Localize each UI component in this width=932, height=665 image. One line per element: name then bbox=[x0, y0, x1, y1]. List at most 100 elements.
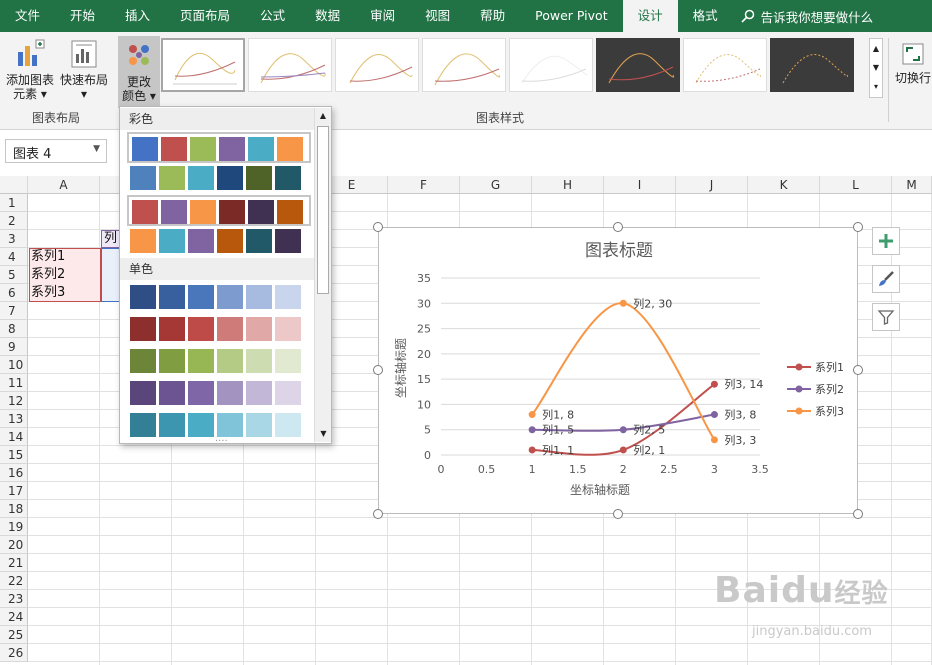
row-header-4[interactable]: 4 bbox=[0, 248, 28, 266]
chart-style-6[interactable] bbox=[596, 38, 680, 92]
column-header-M[interactable]: M bbox=[892, 176, 932, 194]
cell-a5[interactable]: 系列2 bbox=[31, 266, 65, 284]
row-header-22[interactable]: 22 bbox=[0, 572, 28, 590]
gallery-down-icon[interactable]: ▼ bbox=[870, 58, 882, 77]
row-header-20[interactable]: 20 bbox=[0, 536, 28, 554]
column-header-F[interactable]: F bbox=[388, 176, 460, 194]
chart-styles-button[interactable] bbox=[872, 265, 900, 293]
row-header-14[interactable]: 14 bbox=[0, 428, 28, 446]
menu-tab-6[interactable]: 审阅 bbox=[355, 0, 410, 32]
row-header-1[interactable]: 1 bbox=[0, 194, 28, 212]
row-header-25[interactable]: 25 bbox=[0, 626, 28, 644]
menu-tab-3[interactable]: 页面布局 bbox=[165, 0, 245, 32]
gallery-scroll[interactable]: ▲ ▼ ▾ bbox=[869, 38, 883, 98]
row-header-21[interactable]: 21 bbox=[0, 554, 28, 572]
row-header-3[interactable]: 3 bbox=[0, 230, 28, 248]
mono-palette-2[interactable] bbox=[127, 314, 311, 345]
menu-tab-10[interactable]: 设计 bbox=[622, 0, 678, 32]
row-header-13[interactable]: 13 bbox=[0, 410, 28, 428]
menu-tab-2[interactable]: 插入 bbox=[110, 0, 165, 32]
column-header-I[interactable]: I bbox=[604, 176, 676, 194]
menu-tab-1[interactable]: 开始 bbox=[55, 0, 110, 32]
mono-palette-4[interactable] bbox=[127, 378, 311, 409]
menu-tab-4[interactable]: 公式 bbox=[245, 0, 300, 32]
scroll-down-icon[interactable]: ▼ bbox=[315, 426, 332, 442]
mono-palette-3[interactable] bbox=[127, 346, 311, 377]
colorful-palette-2[interactable] bbox=[127, 163, 311, 194]
row-header-26[interactable]: 26 bbox=[0, 644, 28, 662]
chart-style-3[interactable] bbox=[335, 38, 419, 92]
row-header-23[interactable]: 23 bbox=[0, 590, 28, 608]
row-header-11[interactable]: 11 bbox=[0, 374, 28, 392]
row-header-16[interactable]: 16 bbox=[0, 464, 28, 482]
column-header-A[interactable]: A bbox=[28, 176, 100, 194]
dropdown-scrollbar[interactable]: ▲ ▼ bbox=[314, 108, 331, 442]
row-header-12[interactable]: 12 bbox=[0, 392, 28, 410]
row-header-2[interactable]: 2 bbox=[0, 212, 28, 230]
color-swatch bbox=[246, 413, 272, 437]
chart-elements-button[interactable] bbox=[872, 227, 900, 255]
gallery-more-icon[interactable]: ▾ bbox=[870, 77, 882, 96]
cell-a4[interactable]: 系列1 bbox=[31, 248, 65, 266]
colorful-palette-1[interactable] bbox=[127, 132, 311, 163]
scroll-up-icon[interactable]: ▲ bbox=[315, 108, 331, 124]
row-header-8[interactable]: 8 bbox=[0, 320, 28, 338]
column-header-L[interactable]: L bbox=[820, 176, 892, 194]
legend-label: 系列1 bbox=[815, 360, 844, 374]
chart-filters-button[interactable] bbox=[872, 303, 900, 331]
name-box[interactable]: 图表 4 ▼ bbox=[5, 139, 107, 163]
menu-tab-8[interactable]: 帮助 bbox=[465, 0, 520, 32]
chart-style-7[interactable] bbox=[683, 38, 767, 92]
add-chart-element-button[interactable]: 添加图表 元素 ▾ bbox=[4, 38, 56, 101]
resize-handle-1[interactable] bbox=[613, 222, 623, 232]
resize-handle-7[interactable] bbox=[853, 509, 863, 519]
resize-handle-2[interactable] bbox=[853, 222, 863, 232]
column-header-J[interactable]: J bbox=[676, 176, 748, 194]
resize-handle-4[interactable] bbox=[853, 365, 863, 375]
chart-plot[interactable]: 051015202530350 0.5 1 1.5 2 2.5 3 3.5图表标题坐标轴标题坐… bbox=[379, 228, 859, 515]
chart-style-8[interactable] bbox=[770, 38, 854, 92]
resize-handle-0[interactable] bbox=[373, 222, 383, 232]
colorful-palette-4[interactable] bbox=[127, 226, 311, 257]
column-header-H[interactable]: H bbox=[532, 176, 604, 194]
chart-style-4[interactable] bbox=[422, 38, 506, 92]
menu-tab-9[interactable]: Power Pivot bbox=[520, 0, 622, 32]
switch-row-column-button[interactable]: 切换行 bbox=[893, 40, 932, 85]
row-header-18[interactable]: 18 bbox=[0, 500, 28, 518]
row-header-6[interactable]: 6 bbox=[0, 284, 28, 302]
cell-a6[interactable]: 系列3 bbox=[31, 284, 65, 302]
mono-palette-5[interactable] bbox=[127, 410, 311, 441]
row-header-10[interactable]: 10 bbox=[0, 356, 28, 374]
gallery-up-icon[interactable]: ▲ bbox=[870, 39, 882, 58]
chart-area[interactable]: 0 5 10 15 20 25 30 35 0 0.5 1 1.5 2 2.5 3 3.5 图表标题 坐标轴标题坐… bbox=[378, 227, 858, 514]
row-header-7[interactable]: 7 bbox=[0, 302, 28, 320]
resize-handle-3[interactable] bbox=[373, 365, 383, 375]
select-all-corner[interactable] bbox=[0, 176, 28, 194]
chart-style-5[interactable] bbox=[509, 38, 593, 92]
chart-style-2[interactable] bbox=[248, 38, 332, 92]
resize-handle-5[interactable] bbox=[373, 509, 383, 519]
column-header-G[interactable]: G bbox=[460, 176, 532, 194]
color-swatch bbox=[217, 166, 243, 190]
column-header-K[interactable]: K bbox=[748, 176, 820, 194]
name-box-dropdown-icon[interactable]: ▼ bbox=[93, 144, 100, 154]
row-header-19[interactable]: 19 bbox=[0, 518, 28, 536]
row-header-17[interactable]: 17 bbox=[0, 482, 28, 500]
menu-tab-0[interactable]: 文件 bbox=[0, 0, 55, 32]
chart-style-1[interactable] bbox=[161, 38, 245, 92]
menu-tab-11[interactable]: 格式 bbox=[678, 0, 733, 32]
change-colors-button[interactable]: 更改 颜色 ▾ bbox=[118, 36, 160, 108]
tell-me-box[interactable]: 告诉我你想要做什么 bbox=[741, 7, 873, 26]
cell-b3[interactable]: 列 bbox=[104, 230, 117, 248]
menu-tab-5[interactable]: 数据 bbox=[300, 0, 355, 32]
row-header-15[interactable]: 15 bbox=[0, 446, 28, 464]
row-header-9[interactable]: 9 bbox=[0, 338, 28, 356]
mono-palette-1[interactable] bbox=[127, 282, 311, 313]
colorful-palette-3[interactable] bbox=[127, 195, 311, 226]
resize-handle-6[interactable] bbox=[613, 509, 623, 519]
row-header-24[interactable]: 24 bbox=[0, 608, 28, 626]
menu-tab-7[interactable]: 视图 bbox=[410, 0, 465, 32]
quick-layout-button[interactable]: 快速布局 ▾ bbox=[58, 38, 110, 101]
row-header-5[interactable]: 5 bbox=[0, 266, 28, 284]
scroll-thumb[interactable] bbox=[317, 126, 329, 294]
